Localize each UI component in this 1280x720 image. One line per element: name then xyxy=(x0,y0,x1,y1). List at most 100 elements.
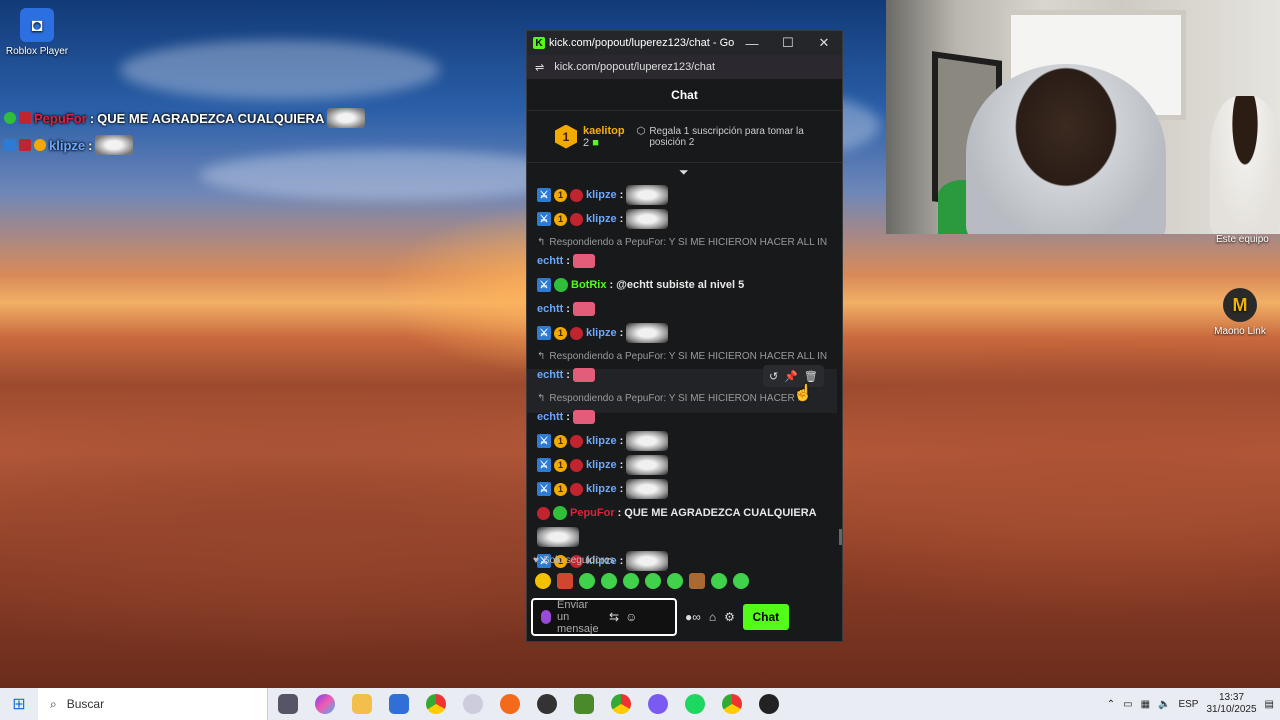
desktop-icon-label: Maono Link xyxy=(1214,326,1266,337)
battery-icon[interactable]: ▭ xyxy=(1123,699,1132,710)
delete-icon[interactable]: 🗑 xyxy=(804,370,818,383)
chat-message[interactable]: PepuFor: QUE ME AGRADEZCA CUALQUIERA xyxy=(537,501,836,525)
chat-message[interactable]: ⚔ 1 klipze: xyxy=(537,429,836,453)
store-app-icon[interactable] xyxy=(389,694,409,714)
chat-message[interactable]: ⚔ 1 klipze: xyxy=(537,477,836,501)
reply-icon[interactable]: ↺ xyxy=(769,370,778,383)
chrome-active-icon[interactable] xyxy=(611,694,631,714)
emote-icon[interactable] xyxy=(623,573,639,589)
close-button[interactable]: ✕ xyxy=(806,35,842,51)
desktop-icon-label-este-equipo[interactable]: Este equipo xyxy=(1216,234,1269,245)
emoji-icon[interactable]: ☺ xyxy=(625,610,637,624)
emote-icon[interactable] xyxy=(557,573,573,589)
discord-icon[interactable] xyxy=(648,694,668,714)
reply-context[interactable]: ↰ Respondiendo a PepuFor: Y SI ME HICIERO… xyxy=(537,349,836,363)
emote-icon[interactable] xyxy=(645,573,661,589)
moderator-badge-icon: ⚔ xyxy=(537,188,551,202)
obs-icon[interactable] xyxy=(537,694,557,714)
chat-username[interactable]: klipze xyxy=(586,435,617,447)
chat-message[interactable]: ⚔ 1 klipze: xyxy=(537,207,836,231)
chat-username[interactable]: klipze xyxy=(586,213,617,225)
chat-username[interactable]: echtt xyxy=(537,411,563,423)
task-view-icon[interactable] xyxy=(278,694,298,714)
top-gifter-banner[interactable]: 1 kaelitop 2 ■ ⬡ Regala 1 suscripción pa… xyxy=(527,111,842,163)
emote-icon xyxy=(626,479,669,499)
pin-icon[interactable]: 📌 xyxy=(784,370,798,383)
minecraft-icon[interactable] xyxy=(574,694,594,714)
chat-username[interactable]: echtt xyxy=(537,255,563,267)
volume-icon[interactable]: 🔈 xyxy=(1158,699,1170,710)
microphone-icon[interactable] xyxy=(541,610,551,624)
reply-arrow-icon: ↰ xyxy=(537,350,546,362)
settings-gear-icon[interactable]: ⚙ xyxy=(724,610,735,624)
network-icon[interactable]: ▦ xyxy=(1141,699,1150,710)
chat-username[interactable]: echtt xyxy=(537,369,563,381)
chat-username[interactable]: klipze xyxy=(586,327,617,339)
emote-icon[interactable] xyxy=(711,573,727,589)
chat-username[interactable]: echtt xyxy=(537,303,563,315)
word-icon[interactable] xyxy=(463,694,483,714)
file-explorer-icon[interactable] xyxy=(352,694,372,714)
desktop-icon-maono-link[interactable]: M Maono Link xyxy=(1205,288,1275,337)
emote-icon[interactable] xyxy=(667,573,683,589)
app-icon[interactable] xyxy=(500,694,520,714)
chat-username[interactable]: PepuFor xyxy=(570,507,615,519)
send-chat-button[interactable]: Chat xyxy=(742,604,789,630)
gifter-badge-icon: 1 xyxy=(554,458,567,472)
emote-icon[interactable] xyxy=(601,573,617,589)
copilot-icon[interactable] xyxy=(315,694,335,714)
chat-message[interactable]: ⚔ 1 klipze: xyxy=(537,321,836,345)
expand-pinned-icon[interactable]: ⏷ xyxy=(679,165,689,180)
windows-start-icon[interactable]: ⊞ xyxy=(0,694,38,714)
chat-message[interactable]: echtt: xyxy=(537,249,836,273)
notification-icon[interactable]: ▤ xyxy=(1265,699,1274,710)
site-settings-icon[interactable]: ⇌ xyxy=(535,61,544,74)
emote-icon xyxy=(537,527,579,547)
followers-only-indicator: ♥ Solo seguidores xyxy=(533,555,615,566)
chrome-icon[interactable] xyxy=(426,694,446,714)
chat-scrollbar[interactable] xyxy=(839,529,842,545)
emote-icon[interactable] xyxy=(689,573,705,589)
language-indicator[interactable]: ESP xyxy=(1178,699,1198,710)
address-bar[interactable]: ⇌ kick.com/popout/luperez123/chat xyxy=(527,55,842,79)
chevron-up-icon[interactable]: ⌃ xyxy=(1107,699,1115,710)
chat-username[interactable]: klipze xyxy=(586,459,617,471)
reply-arrow-icon: ↰ xyxy=(537,392,546,404)
translate-icon[interactable]: ⇆ xyxy=(609,610,619,624)
emote-icon[interactable] xyxy=(733,573,749,589)
window-titlebar[interactable]: K kick.com/popout/luperez123/chat - Goog… xyxy=(527,31,842,55)
clock-time: 13:37 xyxy=(1219,692,1245,703)
overlay-username: PepuFor xyxy=(34,110,87,126)
chat-message[interactable]: ⚔ 1 klipze: xyxy=(537,183,836,207)
emote-icon[interactable] xyxy=(579,573,595,589)
chat-message[interactable]: echtt: xyxy=(537,405,836,429)
chat-message[interactable]: echtt: xyxy=(537,297,836,321)
chat-message[interactable]: ⚔ BotRix: @echtt subiste al nivel 5 xyxy=(537,273,836,297)
chat-username[interactable]: klipze xyxy=(586,189,617,201)
message-separator: : xyxy=(619,459,624,471)
chat-message[interactable]: ⚔ 1 klipze: xyxy=(537,453,836,477)
hand-cursor-icon: ☝ xyxy=(793,385,813,402)
chat-username[interactable]: klipze xyxy=(586,483,617,495)
search-label: Buscar xyxy=(66,697,105,711)
spotify-icon[interactable] xyxy=(685,694,705,714)
chrome-icon[interactable] xyxy=(722,694,742,714)
gifter-badge-icon: 1 xyxy=(554,434,567,448)
kicks-icon[interactable]: ●∞ xyxy=(685,610,701,624)
store-icon[interactable]: ⌂ xyxy=(709,610,716,624)
app-icon[interactable] xyxy=(759,694,779,714)
minimize-button[interactable]: — xyxy=(734,36,770,51)
chat-username[interactable]: BotRix xyxy=(571,279,606,291)
reply-context[interactable]: ↰ Respondiendo a PepuFor: Y SI ME HICIERO… xyxy=(537,391,836,405)
subscriber-badge-icon xyxy=(570,458,583,472)
emote-icon[interactable] xyxy=(535,573,551,589)
maximize-button[interactable]: ☐ xyxy=(770,35,806,51)
desktop-icon-roblox-player[interactable]: ◘ Roblox Player xyxy=(2,8,72,57)
clock[interactable]: 13:37 31/10/2025 xyxy=(1206,692,1256,716)
emote-icon xyxy=(95,135,134,155)
taskbar-search[interactable]: ⌕ Buscar xyxy=(38,688,268,720)
reply-text: Respondiendo a PepuFor: Y SI ME HICIERON… xyxy=(549,392,805,404)
chat-message-input[interactable]: Enviar un mensaje ⇆ ☺ xyxy=(531,598,677,636)
reply-context[interactable]: ↰ Respondiendo a PepuFor: Y SI ME HICIERO… xyxy=(537,235,836,249)
subscriber-badge-icon xyxy=(570,434,583,448)
